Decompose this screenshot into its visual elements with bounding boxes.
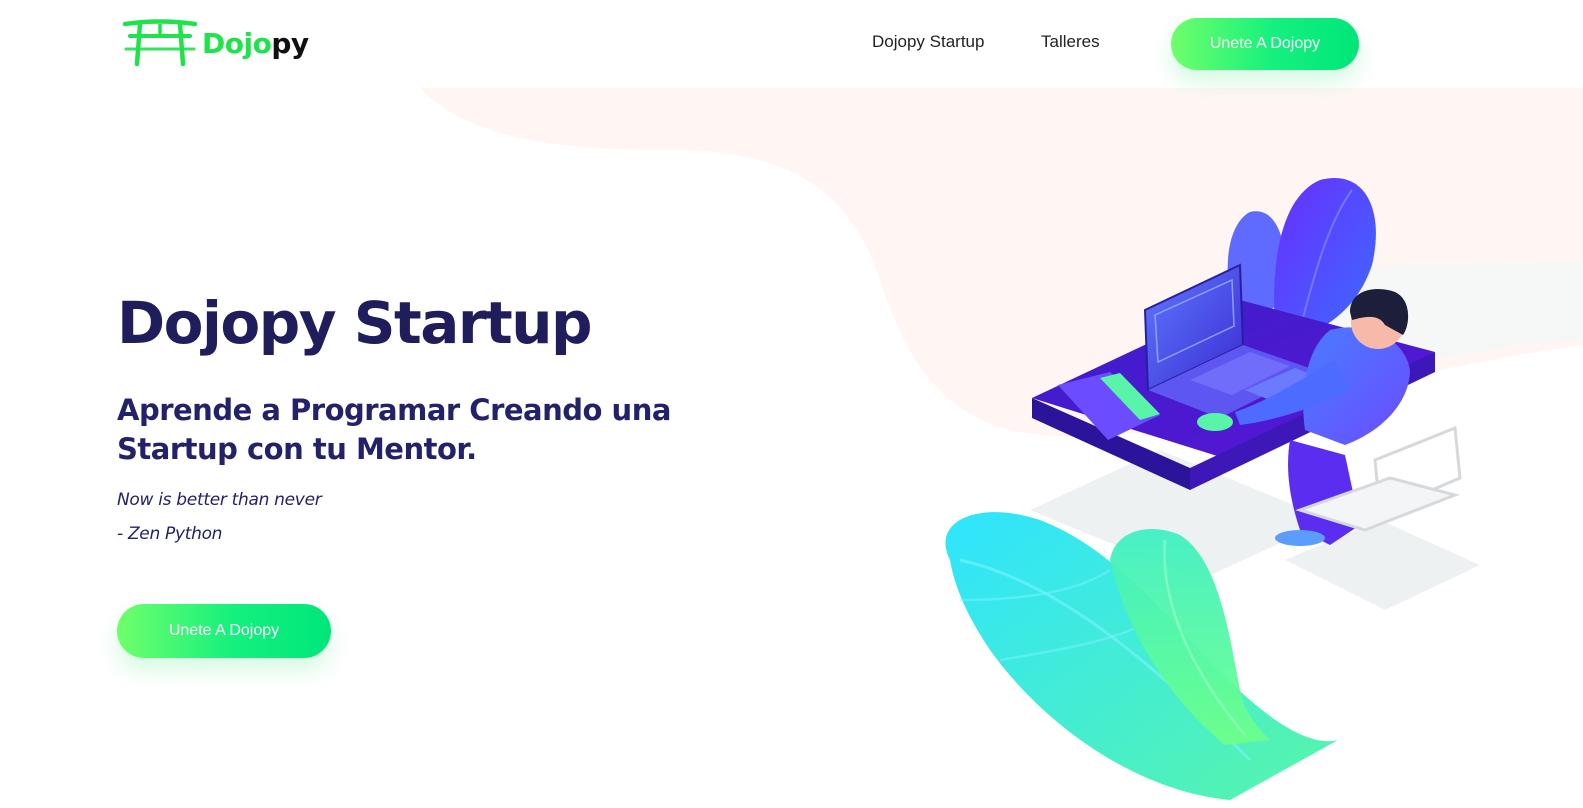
- hero-subtitle: Aprende a Programar Creando una Startup …: [117, 392, 671, 466]
- torii-gate-icon: [122, 19, 198, 67]
- hero-join-button[interactable]: Unete A Dojopy: [117, 604, 331, 658]
- logo-link[interactable]: Dojopy: [122, 18, 309, 68]
- nav-link-talleres[interactable]: Talleres: [1041, 32, 1100, 52]
- navbar: Dojopy Dojopy Startup Talleres Unete A D…: [0, 0, 1583, 88]
- nav-join-button[interactable]: Unete A Dojopy: [1171, 18, 1359, 70]
- person-shoe: [1275, 530, 1325, 546]
- logo-text-suffix: py: [271, 27, 309, 60]
- developer-at-desk-illustration: [945, 177, 1480, 800]
- hero-section: Dojopy Startup Aprende a Programar Crean…: [117, 290, 737, 551]
- mouse-pad: [1197, 413, 1233, 431]
- hero-quote-author: - Zen Python: [117, 523, 223, 544]
- logo-text-prefix: Dojo: [202, 27, 272, 60]
- hero-title: Dojopy Startup: [117, 289, 593, 357]
- logo-text: Dojopy: [202, 30, 309, 58]
- hero-quote: Now is better than never: [117, 489, 322, 510]
- nav-link-dojopy-startup[interactable]: Dojopy Startup: [872, 32, 984, 52]
